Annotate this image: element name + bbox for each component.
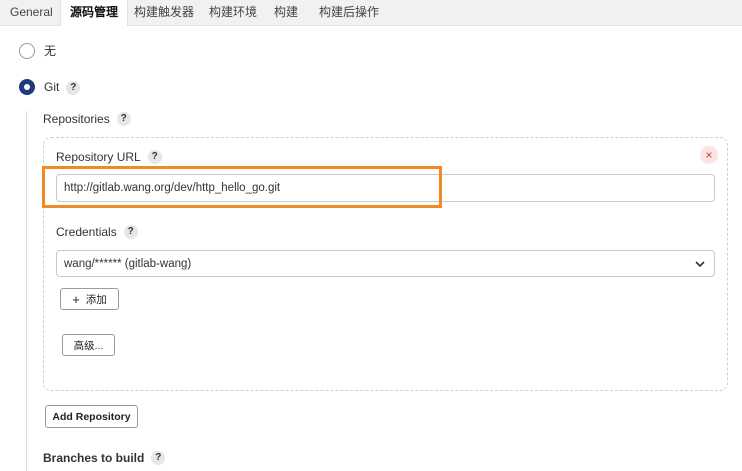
add-credentials-label: 添加 (85, 293, 107, 306)
chevron-down-icon (695, 261, 705, 268)
credentials-select[interactable]: wang/****** (gitlab-wang) (56, 250, 715, 277)
add-repository-button[interactable]: Add Repository (45, 405, 138, 428)
credentials-heading: Credentials ? (56, 225, 138, 239)
radio-git[interactable] (19, 79, 35, 95)
tab-scm[interactable]: 源码管理 (60, 0, 129, 26)
tab-build-triggers[interactable]: 构建触发器 (134, 0, 194, 25)
help-icon[interactable]: ? (147, 150, 162, 164)
tab-build-environment[interactable]: 构建环境 (209, 0, 257, 25)
repositories-heading: Repositories ? (43, 112, 131, 126)
radio-git-label: Git (44, 80, 60, 94)
tab-post-build[interactable]: 构建后操作 (319, 0, 379, 25)
scm-option-git[interactable]: Git ? (19, 79, 81, 95)
repository-url-heading: Repository URL ? (56, 150, 162, 164)
help-icon[interactable]: ? (151, 451, 166, 465)
tab-general[interactable]: General (10, 0, 53, 25)
credentials-label: Credentials (56, 225, 117, 239)
section-divider (26, 111, 27, 471)
add-credentials-button[interactable]: + 添加 (60, 288, 119, 310)
advanced-button[interactable]: 高级... (62, 334, 115, 356)
remove-repository-icon[interactable]: × (700, 146, 718, 164)
plus-icon: + (72, 291, 80, 307)
credentials-selected-value: wang/****** (gitlab-wang) (64, 257, 192, 270)
scm-option-none[interactable]: 无 (19, 42, 56, 59)
radio-none-label: 无 (44, 44, 57, 58)
branches-heading: Branches to build ? (43, 451, 166, 465)
branches-title: Branches to build (43, 451, 145, 465)
repositories-title: Repositories (43, 112, 110, 126)
help-icon[interactable]: ? (123, 225, 138, 239)
help-icon[interactable]: ? (66, 81, 81, 95)
tab-build[interactable]: 构建 (274, 0, 298, 25)
repository-url-label: Repository URL (56, 150, 141, 164)
radio-none[interactable] (19, 42, 35, 59)
help-icon[interactable]: ? (116, 112, 131, 126)
repository-url-input[interactable] (56, 174, 715, 202)
config-tabs: General 源码管理 构建触发器 构建环境 构建 构建后操作 (0, 0, 742, 26)
